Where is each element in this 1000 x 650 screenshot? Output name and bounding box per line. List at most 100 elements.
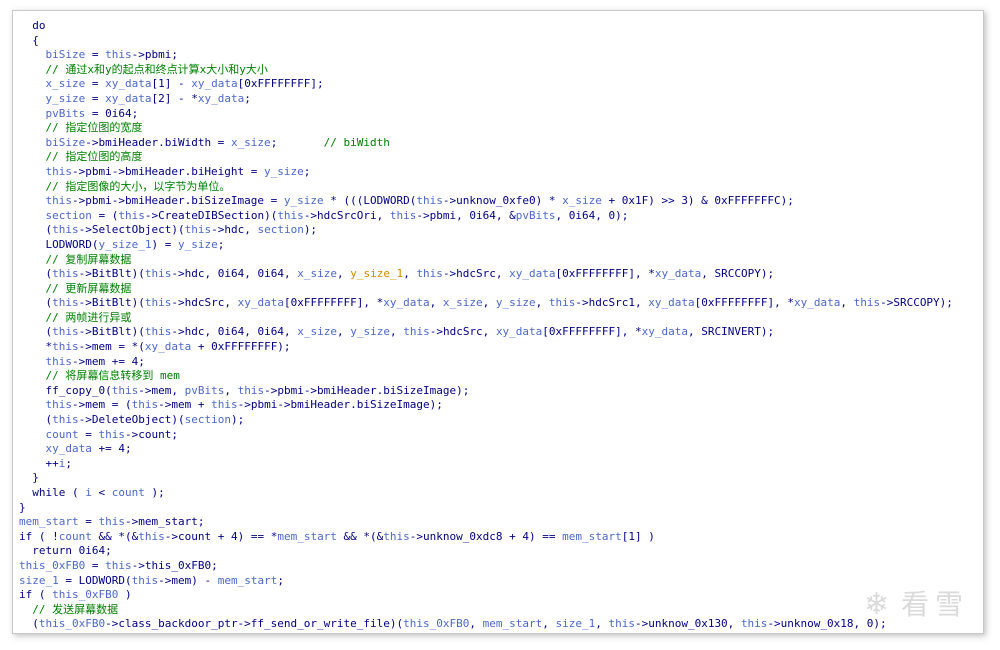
code-token: this: [52, 223, 79, 237]
code-token: =: [78, 427, 99, 441]
code-token: ,: [403, 267, 417, 281]
code-token: this: [19, 354, 72, 368]
code-token: && *(&: [91, 529, 139, 543]
code-line[interactable]: x_size = xy_data[1] - xy_data[0xFFFFFFFF…: [19, 77, 983, 92]
code-token: this: [52, 413, 79, 427]
code-token: while (: [19, 486, 86, 499]
code-line[interactable]: (this->DeleteObject)(section);: [19, 413, 983, 428]
code-token: = (: [91, 208, 119, 222]
code-token: ->bmiHeader.biWidth =: [85, 135, 231, 149]
code-token: (: [19, 223, 53, 237]
code-token: x_size: [562, 194, 602, 208]
code-line[interactable]: // 复制屏幕数据: [19, 253, 983, 268]
code-token: this: [52, 340, 79, 354]
code-line[interactable]: do: [19, 19, 983, 34]
code-token: ,: [469, 617, 483, 631]
code-line[interactable]: ff_copy_0(this->mem, pvBits, this->pbmi-…: [19, 384, 983, 399]
code-line[interactable]: this_0xFB0 = this->this_0xFB0;: [19, 559, 983, 574]
code-token: xy_data: [105, 77, 152, 91]
code-token: ->BitBlt)(: [78, 267, 145, 281]
code-line[interactable]: return 0i64;: [19, 544, 983, 559]
code-line[interactable]: (this->SelectObject)(this->hdc, section)…: [19, 223, 983, 238]
code-token: (: [19, 296, 53, 310]
code-line[interactable]: (this_0xFB0->class_backdoor_ptr->ff_send…: [19, 617, 983, 632]
code-comment: // 两帧进行异或: [19, 310, 132, 324]
code-token: ;: [277, 573, 284, 587]
code-line[interactable]: // 指定图像的大小，以字节为单位。: [19, 180, 983, 195]
code-token: ;: [65, 456, 72, 470]
code-token: return 0i64;: [19, 544, 112, 558]
code-line[interactable]: (this->BitBlt)(this->hdcSrc, xy_data[0xF…: [19, 296, 983, 311]
code-line[interactable]: biSize = this->pbmi;: [19, 48, 983, 63]
code-token: =: [85, 77, 106, 91]
code-token: mem_start: [277, 529, 337, 543]
code-line[interactable]: // 将屏幕信息转移到 mem: [19, 369, 983, 384]
code-token: ->BitBlt)(: [78, 325, 145, 339]
code-line[interactable]: // 更新屏幕数据: [19, 282, 983, 297]
code-token: ;: [270, 135, 324, 149]
code-token: ->class_backdoor_ptr->ff_send_or_write_f…: [105, 617, 404, 631]
code-line[interactable]: }: [19, 501, 983, 516]
code-token: size_1: [19, 573, 59, 587]
code-line[interactable]: this->mem = (this->mem + this->pbmi->bmi…: [19, 398, 983, 413]
code-line[interactable]: size_1 = LODWORD(this->mem) - mem_start;: [19, 574, 983, 589]
code-line[interactable]: y_size = xy_data[2] - *xy_data;: [19, 92, 983, 107]
code-token: }: [19, 471, 39, 485]
code-token: biSize: [19, 48, 86, 62]
code-token: this: [416, 194, 443, 208]
code-line[interactable]: // 指定位图的宽度: [19, 121, 983, 136]
code-token: this_0xFB0: [403, 617, 470, 631]
code-line[interactable]: this->pbmi->bmiHeader.biHeight = y_size;: [19, 165, 983, 180]
code-comment: // 通过x和y的起点和终点计算x大小和y大小: [19, 62, 268, 76]
code-token: ->mem = *(: [78, 340, 145, 354]
code-token: ++: [19, 456, 59, 470]
code-line[interactable]: pvBits = 0i64;: [19, 107, 983, 122]
code-line[interactable]: *this->mem = *(xy_data + 0xFFFFFFFF);: [19, 340, 983, 355]
code-line[interactable]: (this->BitBlt)(this->hdc, 0i64, 0i64, x_…: [19, 267, 983, 282]
code-line[interactable]: count = this->count;: [19, 428, 983, 443]
code-token: ;: [217, 237, 225, 251]
code-line[interactable]: this->mem += 4;: [19, 355, 983, 370]
code-token: {: [19, 33, 39, 47]
code-token: ->SRCCOPY);: [880, 296, 953, 310]
code-token: this: [389, 208, 417, 222]
code-token: += 4;: [91, 442, 132, 456]
code-line[interactable]: section = (this->CreateDIBSection)(this-…: [19, 209, 983, 224]
code-line[interactable]: ++i;: [19, 457, 983, 472]
code-line[interactable]: {: [19, 34, 983, 49]
code-token: ->mem = (: [71, 398, 132, 412]
code-line[interactable]: // 发送屏幕数据: [19, 603, 983, 618]
code-line[interactable]: }: [19, 471, 983, 486]
decompiled-code: do { biSize = this->pbmi; // 通过x和y的起点和终点…: [19, 19, 983, 632]
code-token: =: [85, 558, 106, 572]
code-token: this: [52, 325, 79, 339]
code-token: pvBits: [184, 383, 225, 397]
code-token: ->BitBlt)(: [78, 296, 145, 310]
code-token: section: [19, 208, 92, 222]
code-line[interactable]: biSize->bmiHeader.biWidth = x_size; // b…: [19, 136, 983, 151]
code-token: this: [184, 223, 212, 237]
code-line[interactable]: LODWORD(y_size_1) = y_size;: [19, 238, 983, 253]
code-token: && *(&: [336, 529, 384, 543]
code-token: x_size: [19, 77, 86, 91]
code-line[interactable]: if ( !count && *(&this->count + 4) == *m…: [19, 530, 983, 545]
code-token: =: [85, 48, 106, 62]
code-token: y_size: [350, 325, 390, 339]
code-line[interactable]: this->pbmi->bmiHeader.biSizeImage = y_si…: [19, 194, 983, 209]
code-token: ff_copy_0(: [19, 383, 112, 397]
code-line[interactable]: if ( this_0xFB0 ): [19, 588, 983, 603]
code-line[interactable]: // 两帧进行异或: [19, 311, 983, 326]
code-token: ->mem) -: [158, 573, 218, 587]
code-token: xy_data: [793, 296, 841, 310]
code-comment: // 复制屏幕数据: [19, 252, 132, 266]
code-line[interactable]: // 指定位图的高度: [19, 150, 983, 165]
code-line[interactable]: // 通过x和y的起点和终点计算x大小和y大小: [19, 63, 983, 78]
code-line[interactable]: mem_start = this->mem_start;: [19, 515, 983, 530]
code-line[interactable]: xy_data += 4;: [19, 442, 983, 457]
code-line[interactable]: (this->BitBlt)(this->hdc, 0i64, 0i64, x_…: [19, 325, 983, 340]
code-token: this: [98, 427, 125, 441]
code-line[interactable]: while ( i < count );: [19, 486, 983, 501]
code-token: ->hdc,: [211, 223, 258, 237]
code-token: mem_start: [217, 573, 278, 587]
code-token: this: [19, 164, 72, 178]
